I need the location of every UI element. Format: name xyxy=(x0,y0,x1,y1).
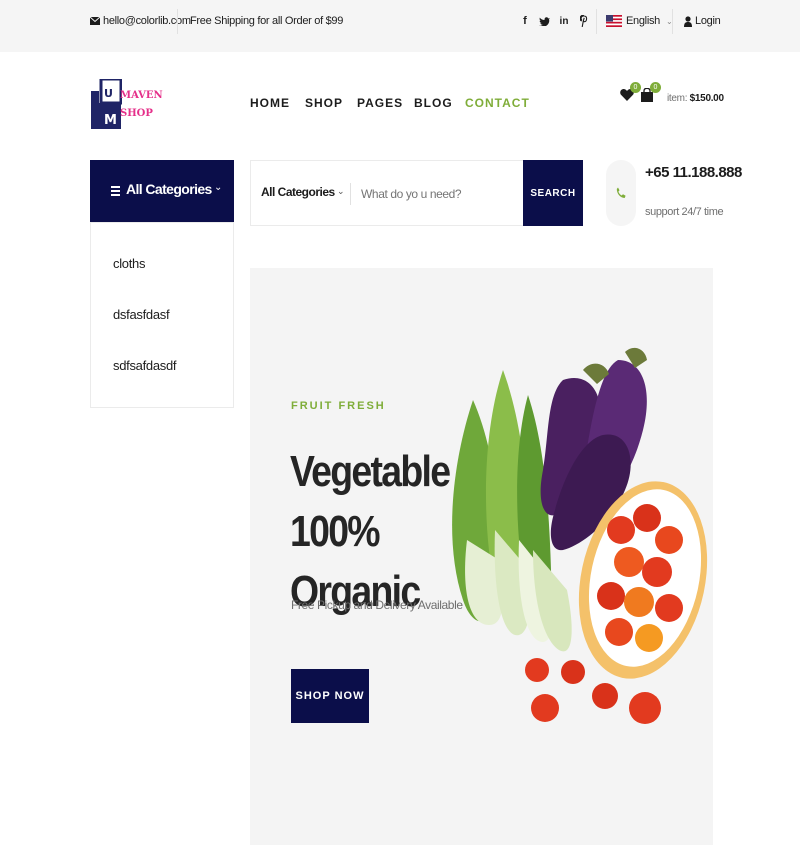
chevron-down-icon: ⌄ xyxy=(337,186,345,196)
vegetables-image xyxy=(452,347,708,724)
user-icon xyxy=(684,15,692,27)
all-categories-title: All Categories xyxy=(126,181,212,197)
pinterest-icon[interactable] xyxy=(578,13,590,29)
chevron-down-icon: ⌄ xyxy=(214,182,223,193)
nav-home[interactable]: HOME xyxy=(250,96,290,110)
shop-now-button[interactable]: SHOP NOW xyxy=(291,669,369,723)
search-category-select[interactable]: All Categories xyxy=(261,185,335,199)
logo-line-2: SHOP xyxy=(120,108,153,119)
nav-pages[interactable]: PAGES xyxy=(357,96,403,110)
category-item[interactable]: dsfasfdasf xyxy=(113,307,170,322)
menu-icon xyxy=(111,186,120,196)
cart-count: 0 xyxy=(650,82,661,93)
email-contact[interactable]: hello@colorlib.com xyxy=(90,0,191,42)
search-form: All Categories ⌄ xyxy=(250,160,523,226)
logo-mark-icon: U M xyxy=(91,79,122,129)
login-link[interactable]: Login xyxy=(684,0,721,42)
linkedin-icon[interactable]: in xyxy=(558,13,570,29)
hero-banner: FRUIT FRESH Vegetable 100% Organic Free … xyxy=(250,268,713,845)
twitter-icon[interactable] xyxy=(538,13,550,29)
phone-number: +65 11.188.888 xyxy=(645,164,742,181)
language-selector[interactable]: English ⌄ xyxy=(606,0,673,42)
site-logo[interactable]: U M MAVEN SHOP xyxy=(90,79,163,133)
svg-text:U: U xyxy=(104,87,113,100)
search-input[interactable] xyxy=(361,181,521,207)
cart-total-value: $150.00 xyxy=(689,93,724,104)
logo-text: MAVEN SHOP xyxy=(120,87,163,123)
shipping-notice: Free Shipping for all Order of $99 xyxy=(190,15,344,27)
category-item[interactable]: cloths xyxy=(113,256,145,271)
wishlist-count: 0 xyxy=(630,82,641,93)
svg-text:M: M xyxy=(104,113,117,128)
logo-line-1: MAVEN xyxy=(120,90,163,101)
divider xyxy=(350,183,351,205)
mail-icon xyxy=(90,17,100,25)
facebook-icon[interactable]: f xyxy=(519,13,531,29)
cart-total: item: $150.00 xyxy=(667,93,724,104)
all-categories-toggle[interactable]: All Categories ⌄ xyxy=(90,160,234,222)
login-label: Login xyxy=(695,15,721,27)
divider xyxy=(672,9,673,34)
hero-tag: FRUIT FRESH xyxy=(291,400,386,412)
us-flag-icon xyxy=(606,15,622,27)
support-text: support 24/7 time xyxy=(645,206,724,218)
language-label: English xyxy=(626,15,660,27)
nav-contact[interactable]: CONTACT xyxy=(465,96,530,110)
nav-shop[interactable]: SHOP xyxy=(305,96,343,110)
phone-icon xyxy=(616,187,626,198)
divider xyxy=(596,9,597,34)
header-cart: 0 0 item: $150.00 xyxy=(620,82,724,114)
wishlist-button[interactable]: 0 xyxy=(620,82,641,106)
search-category-label: All Categories xyxy=(261,185,335,199)
cart-item-label: item: xyxy=(667,93,688,104)
category-item[interactable]: sdfsafdasdf xyxy=(113,358,176,373)
divider xyxy=(177,9,178,34)
category-list: cloths dsfasfdasf sdfsafdasdf xyxy=(90,222,234,408)
phone-icon-wrapper xyxy=(606,160,636,226)
cart-button[interactable]: 0 xyxy=(641,82,661,107)
top-bar: hello@colorlib.com Free Shipping for all… xyxy=(0,0,800,52)
search-button[interactable]: SEARCH xyxy=(523,160,583,226)
nav-blog[interactable]: BLOG xyxy=(414,96,453,110)
